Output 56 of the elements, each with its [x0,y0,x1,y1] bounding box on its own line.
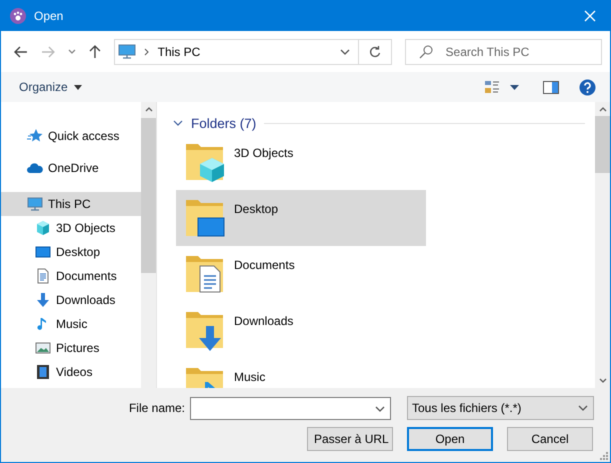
sidebar-item[interactable]: Downloads [1,288,141,312]
folder-item[interactable]: Desktop [176,190,426,246]
monitor-icon [118,44,136,60]
address-bar[interactable]: This PC [114,38,392,64]
cube-icon [35,220,51,236]
paw-icon [10,8,26,24]
scrollbar[interactable] [141,102,156,388]
dialog-button[interactable]: Open [407,427,493,451]
caret-icon [74,84,82,90]
sidebar-item[interactable]: OneDrive [1,152,141,184]
file-name-field[interactable] [190,396,391,420]
scrollbar-thumb[interactable] [141,118,156,273]
sidebar-item[interactable]: Music [1,312,141,336]
picture-icon [35,340,51,356]
folders-group-header[interactable]: Folders (7) [173,112,585,134]
film-icon [35,364,51,380]
preview-pane-icon[interactable] [543,80,559,94]
sidebar-item[interactable]: This PC [1,192,141,216]
folder-item[interactable]: Documents [176,246,426,302]
refresh-icon[interactable] [368,45,381,58]
sidebar-item[interactable]: Desktop [1,240,141,264]
document-icon [35,268,51,284]
sidebar-item[interactable]: Documents [1,264,141,288]
chevron-down-icon [578,405,588,411]
star-icon [27,128,43,144]
search-field[interactable]: Search This PC [404,38,602,64]
scrollbar[interactable] [595,102,610,388]
dialog-button[interactable]: Passer à URL [307,427,393,451]
view-options-icon[interactable] [484,79,500,95]
chevron-down-icon[interactable] [340,48,350,54]
file-type-dropdown[interactable]: Tous les fichiers (*.*) [407,396,594,420]
address-text: This PC [158,44,200,58]
sidebar-item[interactable]: 3D Objects [1,216,141,240]
caret-icon[interactable] [510,84,519,90]
sidebar-item[interactable]: Quick access [1,120,141,152]
sidebar-item[interactable]: Pictures [1,336,141,360]
resize-grip-icon[interactable] [600,452,608,460]
folder-item[interactable]: 3D Objects [176,134,426,190]
help-icon[interactable] [579,78,596,96]
dialog-button[interactable]: Cancel [507,427,593,451]
screen-icon [35,244,51,260]
chevron-down-icon[interactable] [375,406,385,412]
close-icon[interactable] [584,10,596,22]
sidebar-item[interactable]: Videos [1,360,141,384]
up-arrow-icon[interactable] [88,44,101,58]
file-name-label: File name: [128,401,185,415]
search-icon [418,44,433,58]
down-arrow-icon [35,292,51,308]
organize-button[interactable]: Organize [15,77,86,97]
scrollbar-thumb[interactable] [595,116,610,173]
folder-item[interactable]: Downloads [176,302,426,358]
chevron-down-icon[interactable] [68,48,76,54]
monitor-icon [27,196,43,212]
chevron-right-icon [144,48,150,56]
window-title: Open [34,9,64,23]
back-arrow-icon[interactable] [14,46,28,58]
